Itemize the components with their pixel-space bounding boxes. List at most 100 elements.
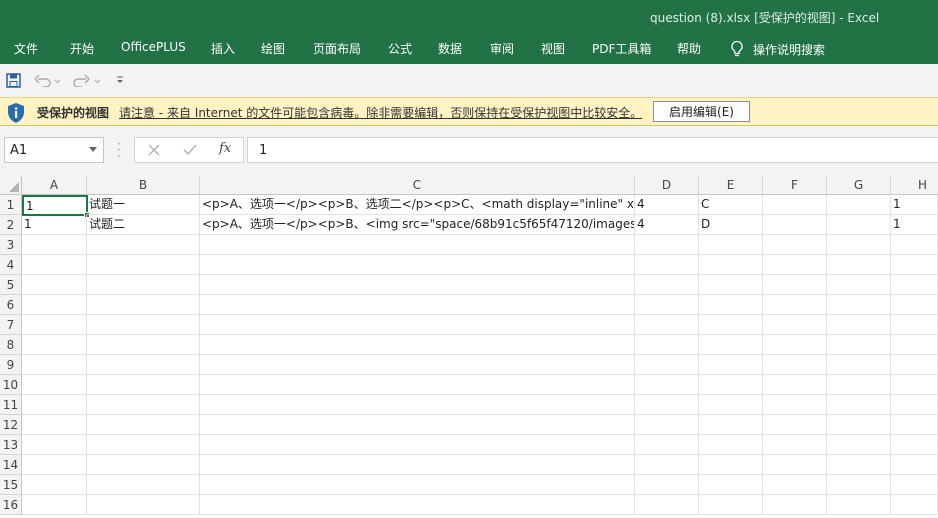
tell-me-search[interactable]: 操作说明搜索 — [730, 38, 825, 60]
empty-cell[interactable] — [763, 495, 827, 515]
row-header[interactable]: 5 — [0, 275, 22, 295]
empty-cell[interactable] — [827, 375, 891, 395]
empty-cell[interactable] — [699, 375, 763, 395]
empty-cell[interactable] — [635, 275, 699, 295]
row-header[interactable]: 6 — [0, 295, 22, 315]
empty-cell[interactable] — [827, 435, 891, 455]
cell-a2[interactable]: 1 — [22, 215, 87, 235]
tab-view[interactable]: 视图 — [541, 40, 565, 57]
empty-cell[interactable] — [891, 255, 938, 275]
empty-cell[interactable] — [891, 375, 938, 395]
formula-bar-grip-icon[interactable]: · · · — [117, 138, 121, 162]
empty-cell[interactable] — [200, 395, 635, 415]
empty-cell[interactable] — [635, 435, 699, 455]
empty-cell[interactable] — [827, 495, 891, 515]
empty-cell[interactable] — [699, 435, 763, 455]
empty-cell[interactable] — [22, 415, 87, 435]
empty-cell[interactable] — [635, 315, 699, 335]
tab-insert[interactable]: 插入 — [211, 40, 235, 57]
empty-cell[interactable] — [635, 295, 699, 315]
empty-cell[interactable] — [22, 455, 87, 475]
column-header-c[interactable]: C — [200, 176, 635, 195]
empty-cell[interactable] — [200, 415, 635, 435]
empty-cell[interactable] — [891, 275, 938, 295]
empty-cell[interactable] — [22, 375, 87, 395]
empty-cell[interactable] — [827, 315, 891, 335]
empty-cell[interactable] — [635, 455, 699, 475]
empty-cell[interactable] — [827, 395, 891, 415]
empty-cell[interactable] — [635, 235, 699, 255]
empty-cell[interactable] — [763, 355, 827, 375]
cell-b1[interactable]: 试题一 — [87, 195, 200, 215]
empty-cell[interactable] — [827, 475, 891, 495]
empty-cell[interactable] — [763, 475, 827, 495]
empty-cell[interactable] — [200, 435, 635, 455]
tab-help[interactable]: 帮助 — [677, 40, 701, 57]
enter-check-icon[interactable] — [182, 141, 198, 162]
empty-cell[interactable] — [87, 355, 200, 375]
empty-cell[interactable] — [200, 315, 635, 335]
empty-cell[interactable] — [891, 315, 938, 335]
tab-pdf-tools[interactable]: PDF工具箱 — [592, 40, 651, 57]
empty-cell[interactable] — [699, 335, 763, 355]
empty-cell[interactable] — [891, 495, 938, 515]
cell-g2[interactable] — [827, 215, 891, 235]
cell-d2[interactable]: 4 — [635, 215, 699, 235]
cell-g1[interactable] — [827, 195, 891, 215]
empty-cell[interactable] — [87, 495, 200, 515]
empty-cell[interactable] — [635, 475, 699, 495]
empty-cell[interactable] — [763, 335, 827, 355]
row-header[interactable]: 2 — [0, 215, 22, 235]
row-header[interactable]: 7 — [0, 315, 22, 335]
empty-cell[interactable] — [891, 455, 938, 475]
empty-cell[interactable] — [87, 315, 200, 335]
empty-cell[interactable] — [635, 335, 699, 355]
empty-cell[interactable] — [635, 375, 699, 395]
empty-cell[interactable] — [891, 355, 938, 375]
empty-cell[interactable] — [891, 475, 938, 495]
empty-cell[interactable] — [763, 275, 827, 295]
empty-cell[interactable] — [827, 255, 891, 275]
empty-cell[interactable] — [763, 415, 827, 435]
empty-cell[interactable] — [87, 295, 200, 315]
row-header[interactable]: 12 — [0, 415, 22, 435]
empty-cell[interactable] — [87, 375, 200, 395]
empty-cell[interactable] — [22, 315, 87, 335]
empty-cell[interactable] — [763, 315, 827, 335]
row-header[interactable]: 9 — [0, 355, 22, 375]
empty-cell[interactable] — [699, 415, 763, 435]
empty-cell[interactable] — [22, 435, 87, 455]
tab-officeplus[interactable]: OfficePLUS — [121, 40, 186, 54]
empty-cell[interactable] — [87, 395, 200, 415]
empty-cell[interactable] — [22, 495, 87, 515]
empty-cell[interactable] — [891, 335, 938, 355]
row-header[interactable]: 4 — [0, 255, 22, 275]
empty-cell[interactable] — [699, 495, 763, 515]
column-header-g[interactable]: G — [827, 176, 891, 195]
empty-cell[interactable] — [22, 355, 87, 375]
name-box[interactable]: A1 — [4, 137, 104, 163]
save-icon[interactable] — [6, 72, 21, 88]
cell-e2[interactable]: D — [699, 215, 763, 235]
row-header[interactable]: 1 — [0, 195, 22, 215]
empty-cell[interactable] — [635, 355, 699, 375]
tab-draw[interactable]: 绘图 — [261, 40, 285, 57]
empty-cell[interactable] — [699, 395, 763, 415]
empty-cell[interactable] — [763, 235, 827, 255]
empty-cell[interactable] — [200, 275, 635, 295]
empty-cell[interactable] — [22, 255, 87, 275]
cell-e1[interactable]: C — [699, 195, 763, 215]
empty-cell[interactable] — [635, 395, 699, 415]
cell-h2[interactable]: 1 — [891, 215, 938, 235]
empty-cell[interactable] — [699, 455, 763, 475]
empty-cell[interactable] — [22, 235, 87, 255]
empty-cell[interactable] — [763, 375, 827, 395]
row-header[interactable]: 14 — [0, 455, 22, 475]
empty-cell[interactable] — [699, 235, 763, 255]
column-header-d[interactable]: D — [635, 176, 699, 195]
empty-cell[interactable] — [200, 375, 635, 395]
cancel-icon[interactable] — [147, 141, 161, 162]
cell-f1[interactable] — [763, 195, 827, 215]
row-header[interactable]: 10 — [0, 375, 22, 395]
row-header[interactable]: 16 — [0, 495, 22, 515]
